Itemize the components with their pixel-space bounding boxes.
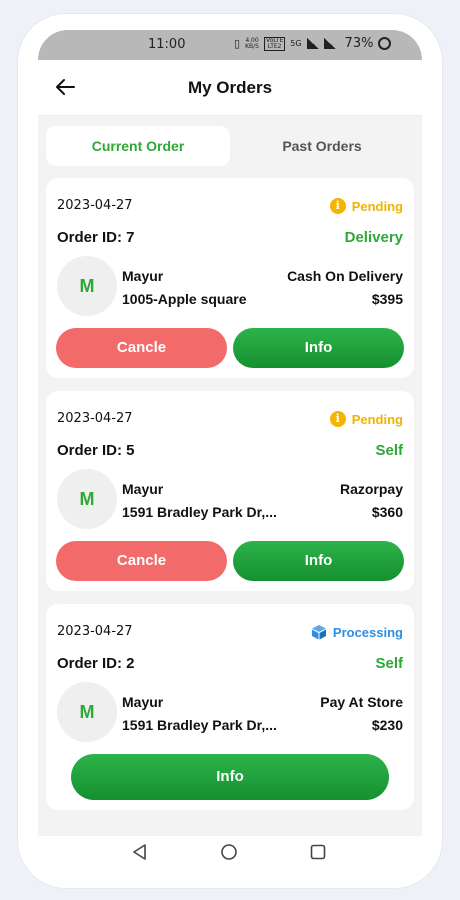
vibrate-icon: ▯ xyxy=(234,37,241,50)
cancel-button[interactable]: Cancle xyxy=(56,328,227,368)
battery-icon xyxy=(378,37,392,50)
order-type: Self xyxy=(375,655,403,672)
page-title: My Orders xyxy=(187,78,273,97)
status-icons: ▯ 4.00 KB/S VoLTE LTE2 5G 73% xyxy=(234,36,392,51)
order-tabs: Current Order Past Orders xyxy=(46,126,414,166)
system-nav-bar xyxy=(38,836,422,868)
order-date: 2023-04-27 xyxy=(57,624,133,639)
order-type: Self xyxy=(375,442,403,459)
order-type: Delivery xyxy=(344,229,403,246)
status-time: 11:00 xyxy=(148,37,186,52)
order-date: 2023-04-27 xyxy=(57,411,133,426)
tab-past-orders[interactable]: Past Orders xyxy=(230,126,414,166)
info-icon: i xyxy=(329,411,346,427)
order-amount: $230 xyxy=(371,717,403,733)
customer-name: Mayur xyxy=(122,694,164,710)
customer-name: Mayur xyxy=(122,481,164,497)
order-id: Order ID: 2 xyxy=(57,655,135,672)
order-status-label: Pending xyxy=(351,198,403,214)
status-bar: 11:00 ▯ 4.00 KB/S VoLTE LTE2 5G 73% xyxy=(38,30,422,60)
order-card: 2023-04-27 i Pending Order ID: 7 Deliver… xyxy=(46,178,414,378)
order-status: Processing xyxy=(311,624,403,640)
customer-name: Mayur xyxy=(122,268,164,284)
recents-square-icon[interactable] xyxy=(308,842,328,862)
info-button[interactable]: Info xyxy=(71,754,389,800)
avatar: M xyxy=(57,682,117,742)
customer-address: 1591 Bradley Park Dr,... xyxy=(122,504,277,520)
cancel-button[interactable]: Cancle xyxy=(56,541,227,581)
tab-current-order[interactable]: Current Order xyxy=(46,126,230,166)
payment-method: Razorpay xyxy=(339,481,403,497)
customer-address: 1005-Apple square xyxy=(122,291,247,307)
order-id: Order ID: 7 xyxy=(57,229,135,246)
order-status-label: Pending xyxy=(351,411,403,427)
payment-method: Pay At Store xyxy=(320,694,403,710)
info-button[interactable]: Info xyxy=(233,328,404,368)
order-status: i Pending xyxy=(329,198,403,214)
order-amount: $395 xyxy=(371,291,403,307)
battery-percent: 73% xyxy=(344,36,374,51)
screen: 11:00 ▯ 4.00 KB/S VoLTE LTE2 5G 73% My O… xyxy=(38,30,422,868)
payment-method: Cash On Delivery xyxy=(287,268,403,284)
order-card: 2023-04-27 Processing Order ID: 2 Self M… xyxy=(46,604,414,810)
order-status: i Pending xyxy=(329,411,403,427)
data-speed-unit: KB/S xyxy=(245,42,259,50)
app-bar: My Orders xyxy=(38,60,422,116)
order-amount: $360 xyxy=(371,504,403,520)
order-status-label: Processing xyxy=(332,624,403,640)
home-circle-icon[interactable] xyxy=(219,842,239,862)
order-id: Order ID: 5 xyxy=(57,442,135,459)
data-speed: 4.00 KB/S xyxy=(245,37,259,50)
avatar: M xyxy=(57,256,117,316)
avatar: M xyxy=(57,469,117,529)
order-date: 2023-04-27 xyxy=(57,198,133,213)
signal-icon-2 xyxy=(323,38,336,49)
info-icon: i xyxy=(329,198,346,214)
info-button[interactable]: Info xyxy=(233,541,404,581)
network-label-bottom: LTE2 xyxy=(267,42,282,50)
back-triangle-icon[interactable] xyxy=(130,842,150,862)
signal-icon xyxy=(306,38,319,49)
network-gen: 5G xyxy=(290,38,302,48)
network-type: VoLTE LTE2 xyxy=(263,36,286,51)
customer-address: 1591 Bradley Park Dr,... xyxy=(122,717,277,733)
order-card: 2023-04-27 i Pending Order ID: 5 Self M … xyxy=(46,391,414,591)
box-icon xyxy=(311,625,326,640)
